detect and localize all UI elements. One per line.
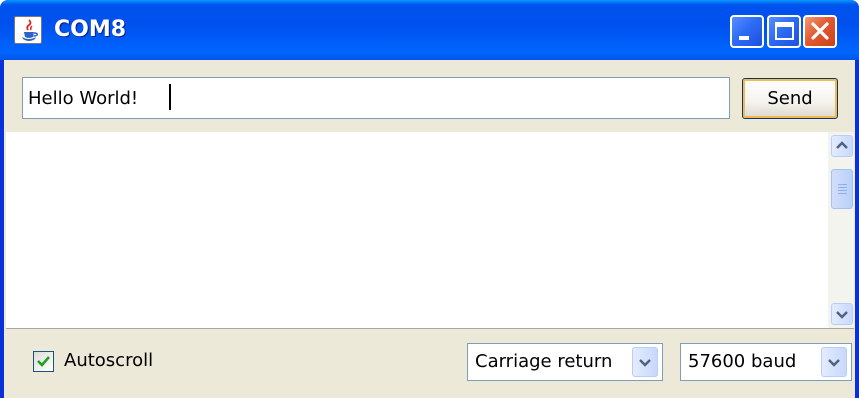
serial-output-area[interactable] xyxy=(6,132,828,328)
scroll-up-button[interactable] xyxy=(831,135,853,157)
scroll-thumb-grip xyxy=(838,187,847,188)
send-text-input[interactable] xyxy=(22,77,730,119)
autoscroll-checkbox[interactable] xyxy=(33,351,54,372)
title-bar[interactable]: COM8 xyxy=(0,0,859,60)
window-title: COM8 xyxy=(54,17,127,42)
minimize-button[interactable] xyxy=(730,15,764,48)
vertical-scrollbar[interactable] xyxy=(828,132,854,328)
close-button[interactable] xyxy=(803,15,837,48)
baud-rate-dropdown-button[interactable] xyxy=(821,347,847,377)
send-button[interactable]: Send xyxy=(742,78,838,119)
text-caret xyxy=(169,84,171,110)
scroll-down-button[interactable] xyxy=(831,303,853,325)
divider xyxy=(6,328,854,329)
serial-monitor-window: COM8 Send xyxy=(0,0,859,398)
baud-rate-value: 57600 baud xyxy=(688,351,797,372)
java-cup-icon xyxy=(14,16,42,44)
chevron-down-icon xyxy=(639,359,651,367)
chevron-up-icon xyxy=(836,141,848,149)
scroll-thumb[interactable] xyxy=(831,169,853,209)
close-icon xyxy=(811,22,829,40)
line-ending-value: Carriage return xyxy=(475,351,613,372)
minimize-icon xyxy=(739,36,749,40)
scroll-thumb-grip xyxy=(838,190,847,191)
autoscroll-label[interactable]: Autoscroll xyxy=(64,348,153,374)
maximize-icon xyxy=(775,22,794,40)
chevron-down-icon xyxy=(828,359,840,367)
scroll-thumb-grip xyxy=(838,193,847,194)
scroll-thumb-grip xyxy=(838,184,847,185)
maximize-button[interactable] xyxy=(767,15,801,48)
line-ending-select[interactable]: Carriage return xyxy=(467,343,663,381)
baud-rate-select[interactable]: 57600 baud xyxy=(680,343,852,381)
line-ending-dropdown-button[interactable] xyxy=(632,347,658,377)
checkmark-icon xyxy=(37,356,50,367)
chevron-down-icon xyxy=(836,311,848,319)
